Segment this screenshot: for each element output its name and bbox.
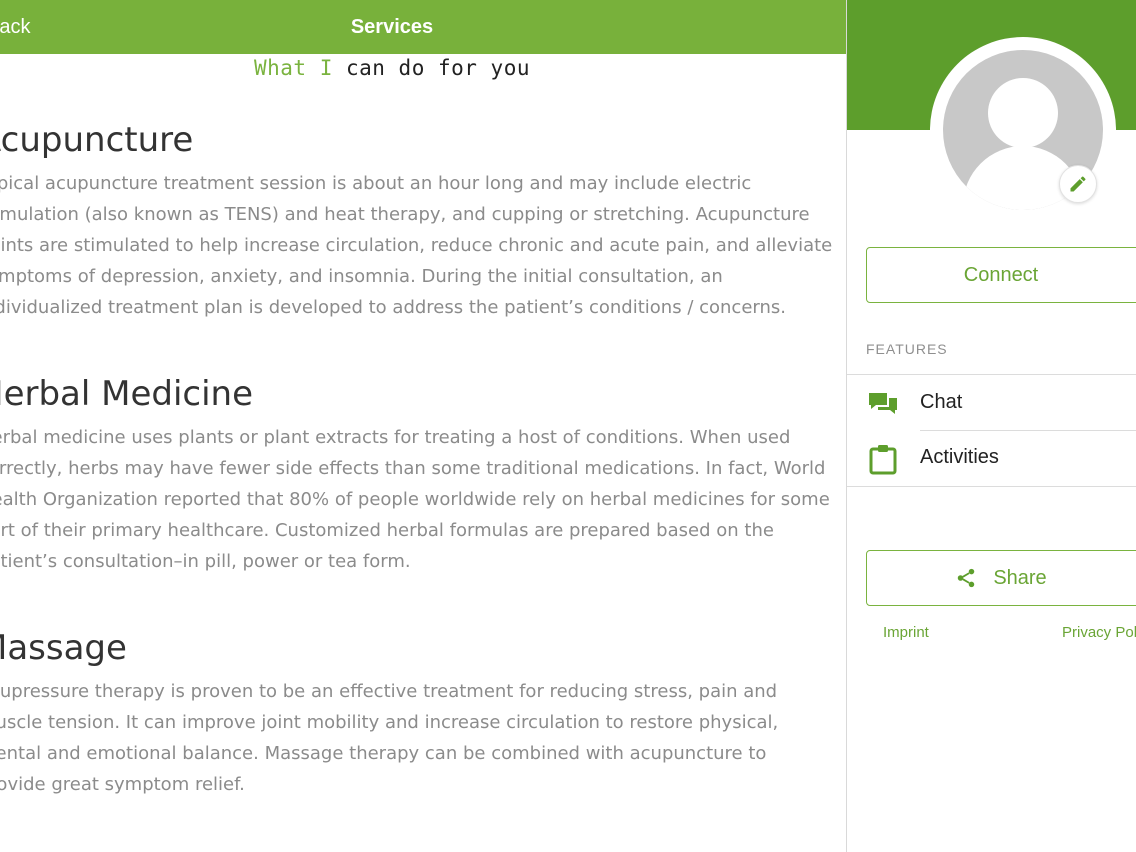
features-bottom-divider (847, 486, 1136, 487)
section-text-line: Typical acupuncture treatment session is… (0, 173, 752, 194)
avatar-head-shape (988, 78, 1058, 148)
section-herbal-medicine: Herbal Medicine Herbal medicine uses pla… (0, 374, 838, 577)
imprint-link[interactable]: Imprint (883, 624, 929, 641)
clipboard-icon (869, 445, 897, 475)
share-icon (958, 568, 975, 588)
privacy-policy-link[interactable]: Privacy Policy (1062, 624, 1136, 641)
connect-button[interactable]: Connect (866, 247, 1136, 303)
feature-label: Activities (920, 446, 999, 468)
edit-avatar-button[interactable] (1059, 165, 1097, 203)
share-button[interactable]: Share (866, 550, 1136, 606)
section-text-line: Herbal medicine uses plants or plant ext… (0, 427, 791, 448)
profile-sidebar: Connect FEATURES Chat Activities Share I… (847, 0, 1136, 852)
features-top-divider (847, 374, 1136, 375)
features-heading: FEATURES (866, 341, 948, 357)
section-text-line: mental and emotional balance. Massage th… (0, 743, 767, 764)
subtitle-rest: can do for you (332, 56, 530, 80)
section-massage: Massage Acupressure therapy is proven to… (0, 628, 838, 800)
top-bar: Back Services (0, 0, 846, 54)
feature-item-activities[interactable]: Activities (847, 431, 1136, 485)
chat-icon (869, 393, 897, 414)
section-text-line: symptoms of depression, anxiety, and ins… (0, 266, 723, 287)
section-text-line: Health Organization reported that 80% of… (0, 489, 830, 510)
section-text-line: correctly, herbs may have fewer side eff… (0, 458, 826, 479)
section-text-line: points are stimulated to help increase c… (0, 235, 833, 256)
section-acupuncture: Acupuncture Typical acupuncture treatmen… (0, 120, 838, 323)
section-text-line: individualized treatment plan is develop… (0, 297, 786, 318)
subtitle-highlight: What I (253, 56, 333, 80)
section-text-line: muscle tension. It can improve joint mob… (0, 712, 779, 733)
section-text-line: provide great symptom relief. (0, 774, 245, 795)
section-text-line: stimulation (also known as TENS) and hea… (0, 204, 810, 225)
section-title: Herbal Medicine (0, 374, 254, 414)
section-text-line: Acupressure therapy is proven to be an e… (0, 681, 778, 702)
section-text-line: patient’s consultation–in pill, power or… (0, 551, 411, 572)
feature-item-chat[interactable]: Chat (847, 376, 1136, 430)
page-subtitle: What I can do for you (0, 56, 784, 80)
section-text-line: part of their primary healthcare. Custom… (0, 520, 774, 541)
page-title: Services (350, 16, 434, 38)
share-label: Share (993, 566, 1047, 589)
section-title: Massage (0, 628, 127, 668)
pencil-icon (1070, 176, 1086, 192)
feature-label: Chat (920, 391, 963, 413)
services-panel: Back Services What I can do for you Acup… (0, 0, 846, 852)
section-title: Acupuncture (0, 120, 194, 160)
